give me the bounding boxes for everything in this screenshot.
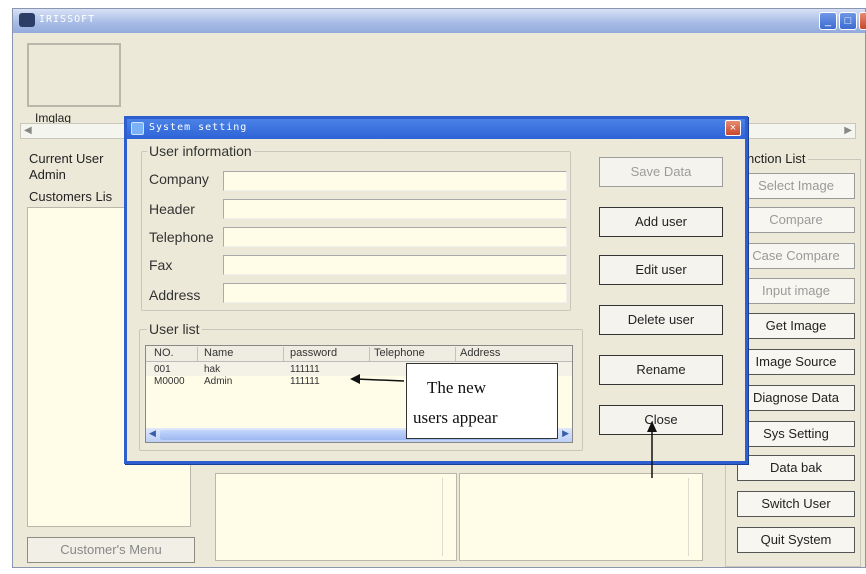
close-arrow-head xyxy=(647,421,657,432)
annotation-arrows xyxy=(350,374,657,478)
new-users-arrow-head xyxy=(350,374,360,384)
new-users-arrow-line xyxy=(355,378,405,382)
